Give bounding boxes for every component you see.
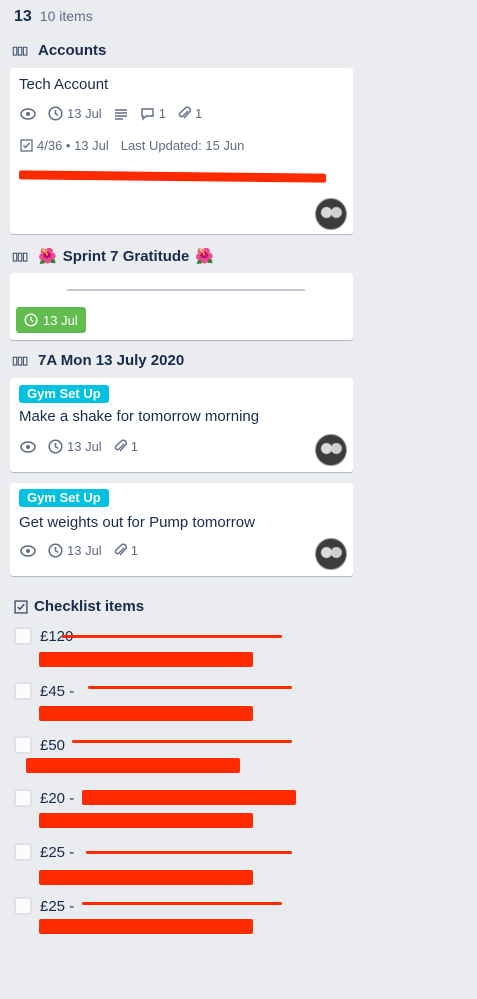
checklist-item[interactable]: £50 <box>14 736 65 754</box>
day-number: 13 <box>14 8 32 25</box>
card-badges: 13 Jul 1 <box>20 439 138 454</box>
checkbox[interactable] <box>14 843 32 861</box>
checkbox[interactable] <box>14 627 32 645</box>
checkbox[interactable] <box>14 682 32 700</box>
item-count: 10 items <box>39 8 93 24</box>
avatar[interactable] <box>315 434 347 466</box>
redaction <box>88 686 292 689</box>
board-icon: ▯▯▯ <box>12 250 28 263</box>
redaction <box>82 790 296 805</box>
card-tech-account[interactable]: Tech Account 13 Jul 1 1 4/36 • 13 Jul La… <box>10 68 353 234</box>
checkbox[interactable] <box>14 789 32 807</box>
avatar[interactable] <box>315 198 347 230</box>
board-name: Accounts <box>38 42 107 59</box>
description-icon <box>114 108 128 120</box>
label-gym[interactable]: Gym Set Up <box>19 489 109 507</box>
checklist-icon <box>14 599 28 614</box>
card-badges-row2: 4/36 • 13 Jul Last Updated: 15 Jun <box>20 138 244 153</box>
due-badge: 13 Jul <box>48 439 102 454</box>
checklist-item[interactable]: £45 - <box>14 682 74 700</box>
board-section-accounts[interactable]: ▯▯▯ Accounts <box>12 42 106 59</box>
board-name: Sprint 7 Gratitude <box>62 247 190 265</box>
comment-icon <box>141 107 154 121</box>
redaction <box>72 740 292 743</box>
board-icon: ▯▯▯ <box>12 45 28 57</box>
hibiscus-icon: 🌺 <box>38 248 57 265</box>
redaction <box>86 851 292 854</box>
attachment-badge: 1 <box>114 543 138 558</box>
board-name: 7A Mon 13 July 2020 <box>38 352 185 369</box>
watch-icon <box>20 107 36 120</box>
paperclip-icon <box>114 439 127 452</box>
card-title: Make a shake for tomorrow morning <box>19 408 260 425</box>
divider <box>67 289 305 291</box>
last-updated: Last Updated: 15 Jun <box>120 138 245 153</box>
card-make-shake[interactable]: Gym Set Up Make a shake for tomorrow mor… <box>10 378 353 472</box>
label-gym[interactable]: Gym Set Up <box>19 385 109 403</box>
redaction <box>62 635 282 638</box>
checkbox[interactable] <box>14 736 32 754</box>
checklist-item[interactable]: £25 - <box>14 843 74 861</box>
board-section-7a[interactable]: ▯▯▯ 7A Mon 13 July 2020 <box>12 352 184 369</box>
redaction <box>39 813 253 828</box>
board-section-sprint[interactable]: ▯▯▯ 🌺 Sprint 7 Gratitude 🌺 <box>12 247 215 266</box>
board-icon: ▯▯▯ <box>12 355 28 367</box>
redaction <box>39 652 253 667</box>
due-complete-badge[interactable]: 13 Jul <box>16 307 86 333</box>
due-badge: 13 Jul <box>48 106 102 121</box>
checklist-heading: Checklist items <box>34 598 145 615</box>
card-title: Get weights out for Pump tomorrow <box>19 514 255 531</box>
comments-badge: 1 <box>140 106 166 121</box>
card-sprint[interactable]: 13 Jul <box>10 273 353 340</box>
watch-icon <box>20 544 36 557</box>
checkbox[interactable] <box>14 897 32 915</box>
hibiscus-icon: 🌺 <box>195 248 215 265</box>
day-list: 13 10 items ▯▯▯ Accounts Tech Account 13… <box>0 0 360 999</box>
attachment-badge: 1 <box>178 106 202 121</box>
redaction <box>39 706 253 721</box>
redaction <box>39 870 253 885</box>
redaction <box>39 919 253 934</box>
card-title: Tech Account <box>19 76 109 93</box>
redaction <box>82 902 282 905</box>
redaction <box>26 758 240 773</box>
card-weights[interactable]: Gym Set Up Get weights out for Pump tomo… <box>10 483 353 576</box>
clock-icon <box>48 543 63 558</box>
day-header: 13 10 items <box>14 8 93 26</box>
avatar[interactable] <box>315 538 347 570</box>
paperclip-icon <box>178 106 191 119</box>
redaction <box>18 170 327 183</box>
card-badges: 13 Jul 1 1 <box>20 106 202 121</box>
checklist-item[interactable]: £25 - <box>14 897 74 915</box>
clock-icon <box>48 106 63 121</box>
paperclip-icon <box>114 543 127 556</box>
clock-icon <box>24 313 38 327</box>
clock-icon <box>48 439 63 454</box>
checklist-section: Checklist items <box>14 598 144 615</box>
watch-icon <box>20 440 36 453</box>
due-badge: 13 Jul <box>48 543 102 558</box>
attachment-badge: 1 <box>114 439 138 454</box>
checklist-icon <box>20 139 33 152</box>
card-badges: 13 Jul 1 <box>20 543 138 558</box>
checklist-item[interactable]: £20 - <box>14 789 74 807</box>
checklist-badge: 4/36 • 13 Jul <box>20 138 109 153</box>
